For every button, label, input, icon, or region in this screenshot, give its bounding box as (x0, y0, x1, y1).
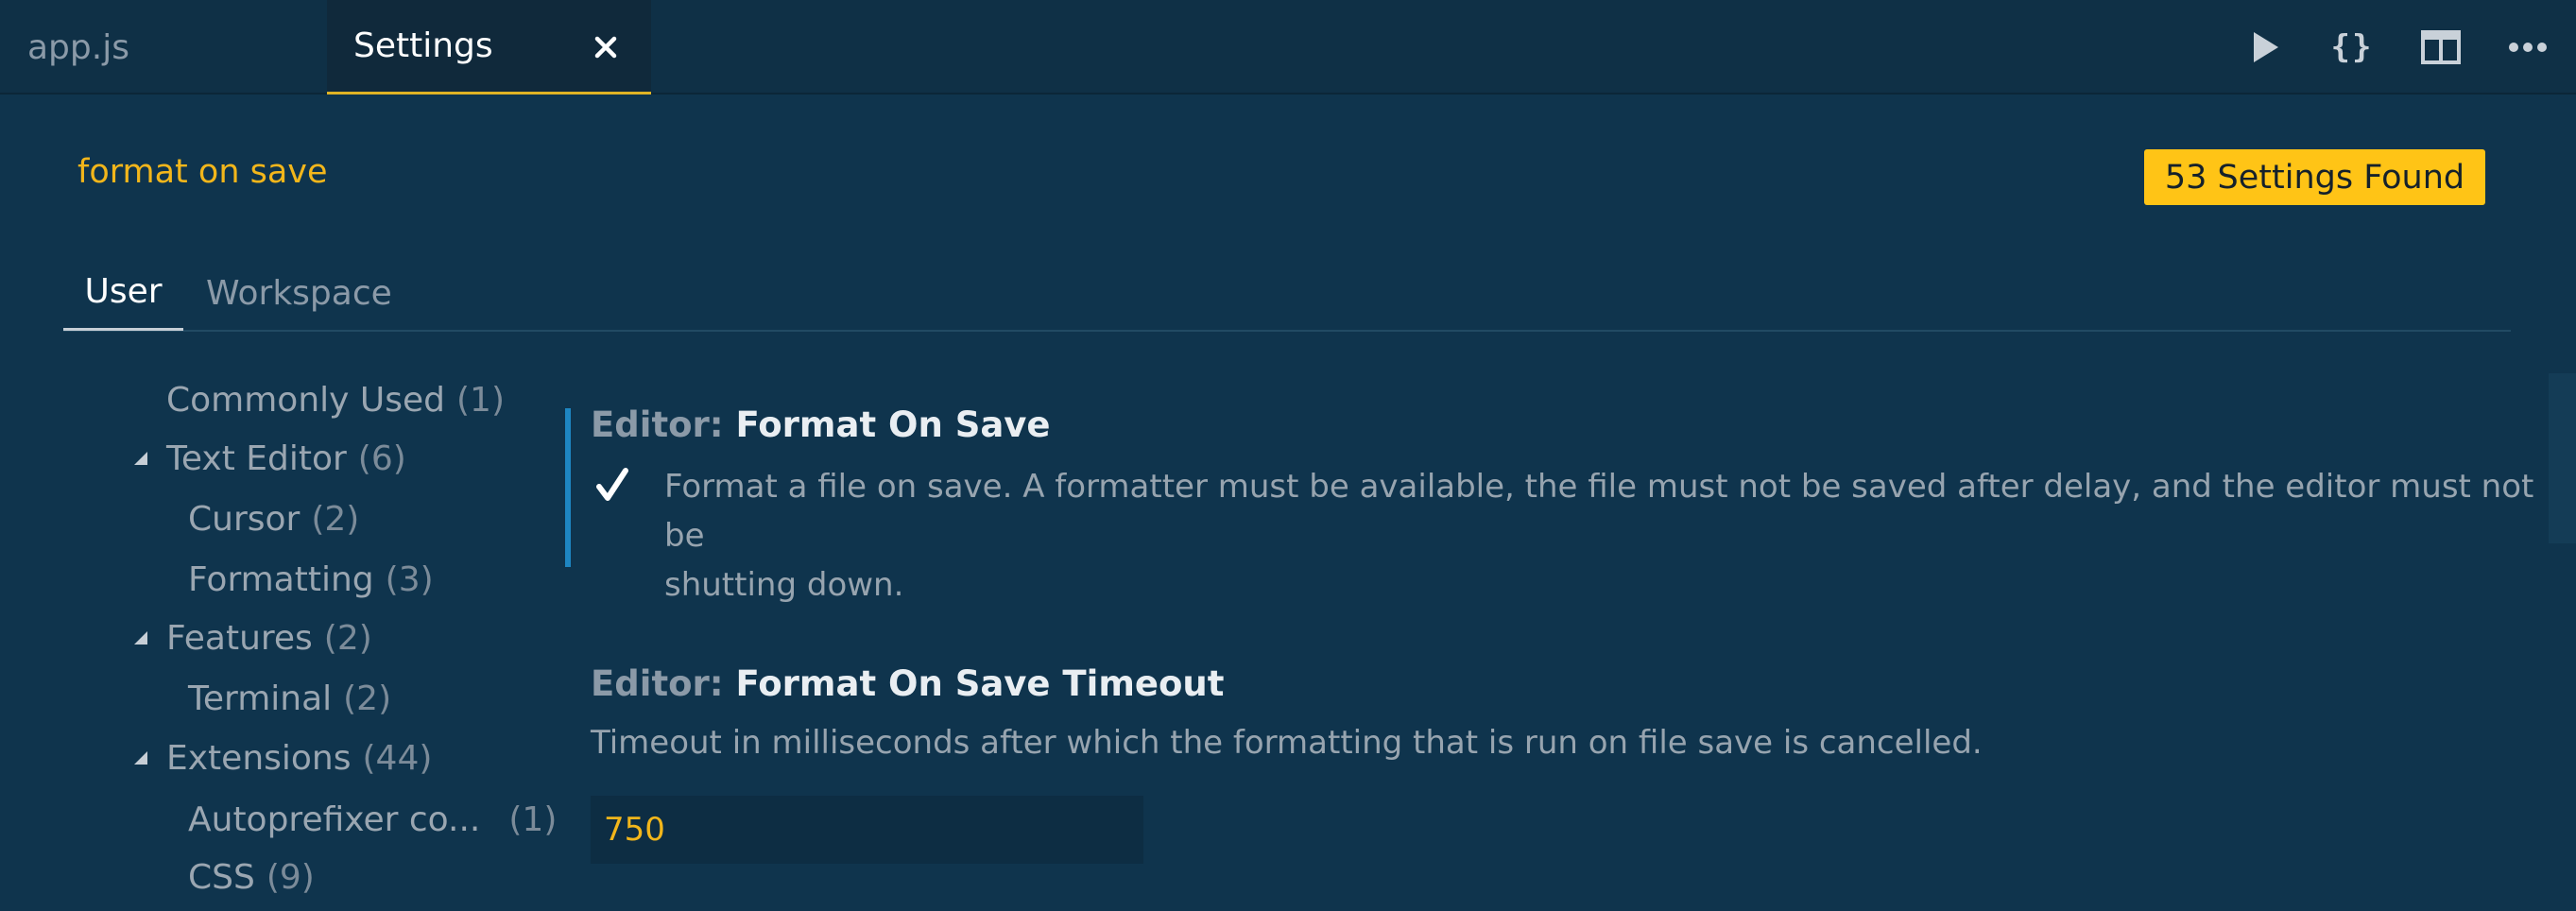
setting-name: Format On Save (735, 404, 1051, 445)
tree-item-count: (2) (323, 618, 372, 658)
expand-triangle-icon[interactable] (134, 751, 147, 765)
tree-item-count: (1) (456, 380, 505, 420)
setting-category: Editor: (591, 404, 736, 445)
scope-tabs-divider (63, 330, 2511, 332)
tree-item-count: (6) (357, 438, 406, 478)
editor-tab-bar: app.js Settings (0, 0, 2576, 95)
tree-item-count: (44) (362, 738, 433, 778)
tree-item-extensions[interactable]: Extensions (44) (134, 734, 433, 782)
setting-description: Timeout in milliseconds after which the … (591, 724, 1983, 762)
braces-icon[interactable]: {} (2328, 24, 2376, 71)
tab-label: app.js (27, 27, 129, 67)
tree-item-label: Features (166, 618, 313, 658)
setting-category: Editor: (591, 663, 736, 704)
play-icon[interactable] (1293, 24, 1340, 71)
tree-item-count: (3) (385, 559, 434, 599)
close-icon[interactable] (587, 28, 625, 66)
tree-item-terminal[interactable]: Terminal (2) (188, 675, 391, 722)
setting-description: Format a file on save. A formatter must … (664, 462, 2545, 610)
tree-item-css[interactable]: CSS (9) (188, 853, 315, 901)
expand-triangle-icon[interactable] (134, 452, 147, 465)
tree-item-label: Terminal (188, 679, 333, 718)
tree-item-formatting[interactable]: Formatting (3) (188, 556, 434, 603)
tree-item-cursor[interactable]: Cursor (2) (188, 495, 359, 542)
tab-workspace[interactable]: Workspace (197, 255, 414, 331)
tab-settings[interactable]: Settings (327, 0, 651, 95)
play-icon[interactable] (2241, 24, 2289, 71)
setting-title-format-on-save: Editor: Format On Save (591, 404, 1051, 445)
tree-item-count: (2) (311, 499, 360, 539)
expand-triangle-icon[interactable] (134, 631, 147, 645)
tab-user[interactable]: User (63, 255, 183, 331)
tree-item-label: Extensions (166, 738, 352, 778)
results-count-badge: 53 Settings Found (2144, 149, 2485, 205)
tab-app-js[interactable]: app.js (0, 0, 327, 95)
setting-title-format-on-save-timeout: Editor: Format On Save Timeout (591, 663, 1224, 704)
tree-item-text-editor[interactable]: Text Editor (6) (134, 435, 406, 482)
scrollbar-thumb[interactable] (2549, 373, 2576, 543)
tab-label: Settings (353, 26, 493, 65)
more-icon[interactable] (2504, 24, 2551, 71)
tree-item-label: Cursor (188, 499, 301, 539)
tree-item-count: (9) (266, 857, 315, 897)
setting-name: Format On Save Timeout (735, 663, 1225, 704)
tree-item-count: (2) (343, 679, 392, 718)
format-on-save-timeout-input[interactable] (591, 796, 1143, 864)
tree-item-label: Autoprefixer co... (188, 799, 481, 839)
format-on-save-checkbox[interactable] (591, 464, 634, 507)
settings-search-input[interactable] (64, 142, 1482, 202)
tree-item-label: Commonly Used (166, 380, 445, 420)
tree-item-features[interactable]: Features (2) (134, 614, 372, 662)
tree-item-label: Formatting (188, 559, 374, 599)
tree-item-count: (1) (508, 799, 558, 839)
tree-item-label: Text Editor (166, 438, 347, 478)
tree-item-autoprefixer[interactable]: Autoprefixer co... (1) (188, 796, 557, 843)
check-icon (596, 468, 628, 501)
tree-item-commonly-used[interactable]: Commonly Used (1) (166, 376, 505, 423)
setting-description-line: shutting down. (664, 566, 904, 604)
split-editor-icon[interactable] (2417, 24, 2464, 71)
setting-description-line: Format a file on save. A formatter must … (664, 468, 2534, 555)
tree-item-label: CSS (188, 857, 255, 897)
focused-setting-indicator (565, 408, 571, 567)
